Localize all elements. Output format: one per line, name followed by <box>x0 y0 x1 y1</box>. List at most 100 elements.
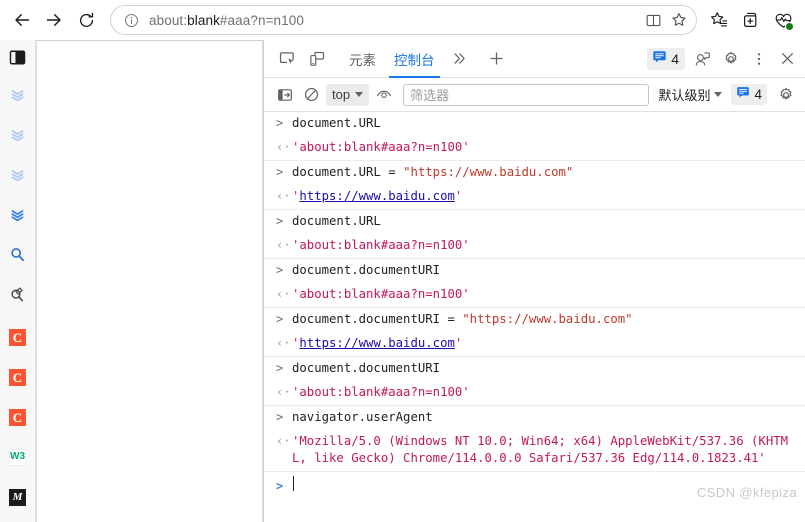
browser-essentials-icon[interactable] <box>767 4 799 36</box>
console-command-text: document.URL = "https://www.baidu.com" <box>292 165 574 179</box>
page-content-area[interactable] <box>36 40 263 522</box>
chevron-stack-icon <box>8 165 27 189</box>
console-prompt-input[interactable] <box>292 476 797 496</box>
browser-window: about:blank#aaa?n=n100 C C C W3 M 元素 控制台… <box>0 0 805 522</box>
console-result-row: ‹· 'about:blank#aaa?n=n100' <box>264 234 805 259</box>
sidebar-item-3[interactable] <box>4 197 32 237</box>
command-arrow-icon: > <box>276 312 284 326</box>
result-link[interactable]: https://www.baidu.com <box>299 336 454 350</box>
filter-placeholder: 筛选器 <box>410 88 450 103</box>
clear-console-icon[interactable] <box>298 83 324 107</box>
live-expression-icon[interactable] <box>371 83 397 107</box>
console-command-row[interactable]: > document.URL <box>264 112 805 136</box>
status-badge <box>785 22 794 31</box>
console-command-text: document.URL <box>292 214 381 228</box>
tab-console-label: 控制台 <box>394 52 435 68</box>
device-toolbar-icon[interactable] <box>302 45 332 73</box>
console-toolbar: top 筛选器 默认级别 4 <box>264 78 805 112</box>
result-arrow-icon: ‹· <box>276 189 291 203</box>
sidebar-item-11[interactable]: M <box>4 517 32 522</box>
collections-icon[interactable] <box>735 4 767 36</box>
console-command-text: document.documentURI <box>292 263 441 277</box>
devtools-tabs: 元素 控制台 <box>340 40 444 78</box>
sidebar-item-7[interactable]: C <box>4 357 32 397</box>
chevron-down-icon <box>355 92 364 97</box>
command-arrow-icon: > <box>276 214 284 228</box>
plus-icon[interactable] <box>482 45 512 73</box>
sidebar-panel-icon[interactable] <box>4 48 32 67</box>
chevron-stack-icon <box>8 205 27 229</box>
star-icon[interactable] <box>666 7 692 33</box>
address-bar[interactable]: about:blank#aaa?n=n100 <box>110 5 697 35</box>
messages-badge[interactable]: 4 <box>731 84 767 105</box>
console-command-row[interactable]: > document.documentURI <box>264 259 805 283</box>
devtools-panel: 元素 控制台 4 top 筛选器 默认级别 4 > document.URL ‹… <box>263 40 805 522</box>
csdn-favicon: C <box>9 328 26 346</box>
context-selector-label: top <box>332 87 351 102</box>
console-result-text: 'about:blank#aaa?n=n100' <box>292 238 470 252</box>
chevron-double-right-icon[interactable] <box>446 45 474 73</box>
sidebar-item-0[interactable] <box>4 77 32 117</box>
browser-sidebar: C C C W3 M M <box>0 40 36 522</box>
arrow-right-icon <box>44 10 64 30</box>
chevron-stack-icon <box>8 85 27 109</box>
text-cursor <box>293 476 294 491</box>
url-scheme: about: <box>149 12 188 28</box>
result-arrow-icon: ‹· <box>276 140 291 154</box>
sidebar-item-9[interactable]: W3 <box>4 437 32 477</box>
console-result-text: 'about:blank#aaa?n=n100' <box>292 140 470 154</box>
issues-badge[interactable]: 4 <box>647 47 685 70</box>
gear-icon[interactable] <box>773 83 799 107</box>
inspect-element-icon[interactable] <box>272 45 302 73</box>
console-result-row: ‹· 'https://www.baidu.com' <box>264 185 805 210</box>
console-command-row[interactable]: > document.URL <box>264 210 805 234</box>
tab-console[interactable]: 控制台 <box>385 40 444 78</box>
split-screen-icon[interactable] <box>640 7 666 33</box>
console-result-row: ‹· 'Mozilla/5.0 (Windows NT 10.0; Win64;… <box>264 430 805 472</box>
command-arrow-icon: > <box>276 116 284 130</box>
feedback-icon[interactable] <box>689 45 717 73</box>
url-rest: #aaa?n=n100 <box>219 12 304 28</box>
close-icon[interactable] <box>773 45 801 73</box>
console-sidebar-icon[interactable] <box>272 83 298 107</box>
sidebar-item-10[interactable]: M <box>4 477 32 517</box>
chevron-stack-icon <box>8 125 27 149</box>
command-arrow-icon: > <box>276 361 284 375</box>
kebab-menu-icon[interactable] <box>745 45 773 73</box>
devtools-tabbar: 元素 控制台 4 <box>264 40 805 78</box>
omnibox-actions <box>640 7 692 33</box>
browser-toolbar-actions <box>703 4 799 36</box>
console-command-text: navigator.userAgent <box>292 410 433 424</box>
console-prompt[interactable]: > <box>264 472 805 499</box>
console-result-row: ‹· 'about:blank#aaa?n=n100' <box>264 381 805 406</box>
console-command-row[interactable]: > navigator.userAgent <box>264 406 805 430</box>
back-button[interactable] <box>6 4 38 36</box>
forward-button[interactable] <box>38 4 70 36</box>
gear-icon[interactable] <box>717 45 745 73</box>
sidebar-item-1[interactable] <box>4 117 32 157</box>
console-command-row[interactable]: > document.URL = "https://www.baidu.com" <box>264 161 805 185</box>
reload-button[interactable] <box>70 4 102 36</box>
console-result-text: 'Mozilla/5.0 (Windows NT 10.0; Win64; x6… <box>292 434 789 465</box>
sidebar-item-4[interactable] <box>4 237 32 277</box>
log-level-selector[interactable]: 默认级别 <box>655 84 725 106</box>
result-link[interactable]: https://www.baidu.com <box>299 189 454 203</box>
sidebar-item-6[interactable]: C <box>4 317 32 357</box>
console-command-row[interactable]: > document.documentURI <box>264 357 805 381</box>
console-command-row[interactable]: > document.documentURI = "https://www.ba… <box>264 308 805 332</box>
tab-elements[interactable]: 元素 <box>340 40 385 78</box>
url-text[interactable]: about:blank#aaa?n=n100 <box>149 13 640 28</box>
filter-input[interactable]: 筛选器 <box>403 83 650 106</box>
issues-count: 4 <box>671 50 679 67</box>
context-selector[interactable]: top <box>326 83 370 106</box>
favorites-list-icon[interactable] <box>703 4 735 36</box>
command-arrow-icon: > <box>276 410 284 424</box>
log-level-label: 默认级别 <box>658 88 711 103</box>
info-circle-icon[interactable] <box>121 10 141 30</box>
sidebar-item-2[interactable] <box>4 157 32 197</box>
console-result-row: ‹· 'https://www.baidu.com' <box>264 332 805 357</box>
sidebar-item-5[interactable] <box>4 277 32 317</box>
result-arrow-icon: ‹· <box>276 434 291 448</box>
sidebar-item-8[interactable]: C <box>4 397 32 437</box>
console-log-area[interactable]: > document.URL ‹· 'about:blank#aaa?n=n10… <box>264 112 805 522</box>
